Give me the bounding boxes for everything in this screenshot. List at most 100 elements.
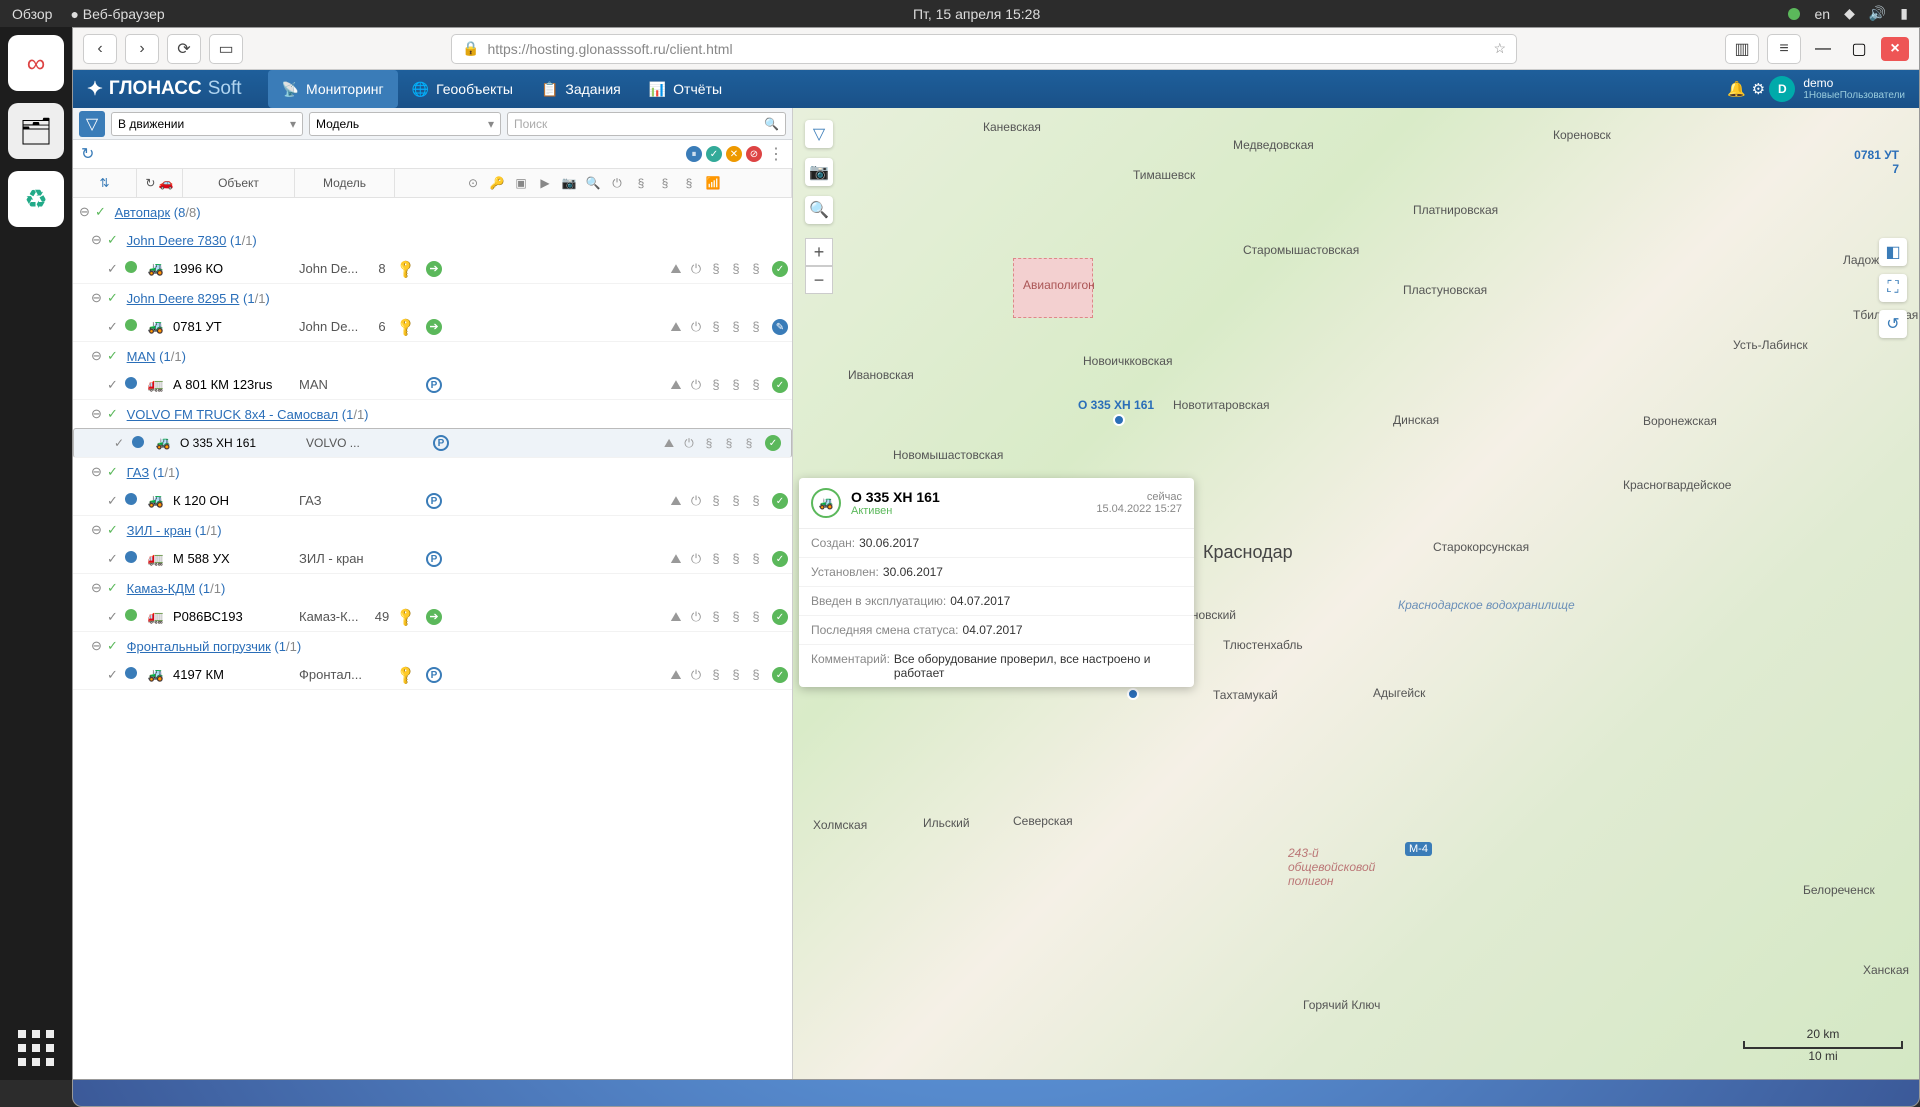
map-camera-icon[interactable]: 📷 (805, 158, 833, 186)
power-icon[interactable]: ⏻ (681, 436, 697, 451)
row-status[interactable]: ✓ (768, 608, 792, 626)
row-status[interactable]: ✓ (768, 260, 792, 278)
row-status[interactable]: ✓ (768, 376, 792, 394)
track-icon[interactable]: ⛰ (661, 436, 677, 451)
map-marker-dot[interactable] (1127, 688, 1139, 700)
dock-recycle-icon[interactable]: ♻ (8, 171, 64, 227)
refresh-head-icon[interactable]: ↻ (145, 176, 155, 190)
refresh-icon[interactable]: ↻ (81, 144, 94, 164)
s-icon[interactable]: § (708, 319, 724, 335)
power-icon[interactable]: ⏻ (688, 551, 704, 567)
check-icon[interactable]: ✓ (107, 493, 125, 509)
vehicle-row[interactable]: ✓ 🚛 М 588 УХ ЗИЛ - кран P ⛰ ⏻ § § § ✓ (73, 544, 792, 574)
s-icon[interactable]: § (748, 319, 764, 335)
reset-view-icon[interactable]: ↺ (1879, 310, 1907, 338)
s-icon[interactable]: § (741, 436, 757, 451)
reader-button[interactable]: ▭ (209, 34, 243, 64)
s-icon[interactable]: § (701, 436, 717, 451)
power-icon[interactable]: ⏻ (688, 319, 704, 335)
check-icon[interactable]: ✓ (114, 436, 132, 450)
back-button[interactable]: ‹ (83, 34, 117, 64)
dock-app-icon[interactable]: ∞ (8, 35, 64, 91)
group[interactable]: ⊖✓ VOLVO FM TRUCK 8x4 - Самосвал (1/1) (73, 400, 792, 428)
s-icon[interactable]: § (728, 493, 744, 509)
check-icon[interactable]: ✓ (107, 261, 125, 277)
top-marker-badge[interactable]: 0781 УТ7 (1854, 148, 1899, 176)
s-icon[interactable]: § (748, 261, 764, 277)
speed-col-icon[interactable]: ⊙ (463, 176, 483, 190)
s-icon[interactable]: § (728, 261, 744, 277)
s-icon[interactable]: § (708, 493, 724, 509)
maximize-button[interactable]: ▢ (1845, 37, 1873, 61)
forward-button[interactable]: › (125, 34, 159, 64)
s3-col-icon[interactable]: § (679, 176, 699, 190)
vehicle-row[interactable]: ✓ 🚜 1996 КО John De... 8 🔑 ➔ ⛰ ⏻ § § § ✓ (73, 254, 792, 284)
settings-icon[interactable]: ⚙ (1747, 80, 1769, 98)
model-select[interactable]: Модель▾ (309, 112, 501, 136)
search-input[interactable]: Поиск🔍 (507, 112, 786, 136)
map-marker-dot[interactable] (1113, 414, 1125, 426)
s-icon[interactable]: § (728, 609, 744, 625)
s-icon[interactable]: § (748, 493, 764, 509)
user-badge[interactable]: D demo 1НовыеПользователи (1769, 76, 1905, 102)
check-icon[interactable]: ✓ (107, 667, 125, 683)
reload-button[interactable]: ⟳ (167, 34, 201, 64)
s-icon[interactable]: § (728, 667, 744, 683)
s-icon[interactable]: § (721, 436, 737, 451)
power-col-icon[interactable]: ⏻ (607, 176, 627, 191)
group[interactable]: ⊖✓ John Deere 7830 (1/1) (73, 226, 792, 254)
library-button[interactable]: ▥ (1725, 34, 1759, 64)
sort-icon[interactable]: ⇅ (99, 176, 109, 190)
s-icon[interactable]: § (748, 609, 764, 625)
group[interactable]: ⊖✓ John Deere 8295 R (1/1) (73, 284, 792, 312)
filter-red-icon[interactable]: ⊘ (746, 146, 762, 162)
row-status[interactable]: ✓ (768, 492, 792, 510)
more-icon[interactable]: ⋮ (768, 144, 784, 164)
s-icon[interactable]: § (728, 377, 744, 393)
nav-reports[interactable]: 📊 Отчёты (635, 70, 736, 108)
dock-apps-icon[interactable] (8, 1030, 64, 1066)
vehicle-row[interactable]: ✓ 🚜 0781 УТ John De... 6 🔑 ➔ ⛰ ⏻ § § § ✎ (73, 312, 792, 342)
group[interactable]: ⊖✓ ЗИЛ - кран (1/1) (73, 516, 792, 544)
group[interactable]: ⊖✓ Фронтальный погрузчик (1/1) (73, 632, 792, 660)
key-col-icon[interactable]: 🔑 (487, 176, 507, 190)
vehicle-row[interactable]: ✓ 🚜 О 335 ХН 161 VOLVO ... P ⛰ ⏻ § § § ✓ (73, 428, 792, 458)
play-col-icon[interactable]: ▶ (535, 176, 555, 190)
network-icon[interactable]: ◆ (1844, 5, 1855, 22)
check-icon[interactable]: ✓ (107, 551, 125, 567)
s-icon[interactable]: § (748, 551, 764, 567)
close-button[interactable]: × (1881, 37, 1909, 61)
dock-files-icon[interactable]: 🗂 (8, 103, 64, 159)
s-icon[interactable]: § (708, 261, 724, 277)
wifi-col-icon[interactable]: 📶 (703, 176, 723, 190)
head-model[interactable]: Модель (295, 169, 395, 197)
car-head-icon[interactable]: 🚗 (159, 176, 174, 190)
power-icon[interactable]: ⏻ (688, 493, 704, 509)
battery-icon[interactable]: ▮ (1900, 5, 1908, 22)
group[interactable]: ⊖✓ Камаз-КДМ (1/1) (73, 574, 792, 602)
s-icon[interactable]: § (708, 609, 724, 625)
minimize-button[interactable]: — (1809, 37, 1837, 61)
browser-title[interactable]: ● Веб-браузер (70, 6, 164, 22)
photo-col-icon[interactable]: 📷 (559, 176, 579, 190)
map-search-icon[interactable]: 🔍 (805, 196, 833, 224)
power-icon[interactable]: ⏻ (688, 609, 704, 625)
row-status[interactable]: ✓ (768, 550, 792, 568)
s-icon[interactable]: § (748, 377, 764, 393)
search-col-icon[interactable]: 🔍 (583, 176, 603, 190)
vehicle-row[interactable]: ✓ 🚛 Р086ВС193 Камаз-К... 49 🔑 ➔ ⛰ ⏻ § § … (73, 602, 792, 632)
sound-icon[interactable]: 🔊 (1869, 5, 1886, 22)
cam-col-icon[interactable]: ▣ (511, 176, 531, 190)
track-icon[interactable]: ⛰ (668, 377, 684, 393)
filter-icon[interactable]: ▽ (79, 111, 105, 137)
nav-geo[interactable]: 🌐 Геообъекты (398, 70, 527, 108)
filter-green-icon[interactable]: ✓ (706, 146, 722, 162)
check-icon[interactable]: ✓ (107, 377, 125, 393)
overview-label[interactable]: Обзор (12, 6, 52, 22)
s-icon[interactable]: § (748, 667, 764, 683)
zoom-in-button[interactable]: + (805, 238, 833, 266)
map-marker-label[interactable]: О 335 ХН 161 (1078, 398, 1154, 412)
status-select[interactable]: В движении▾ (111, 112, 303, 136)
group[interactable]: ⊖✓ MAN (1/1) (73, 342, 792, 370)
menu-button[interactable]: ≡ (1767, 34, 1801, 64)
